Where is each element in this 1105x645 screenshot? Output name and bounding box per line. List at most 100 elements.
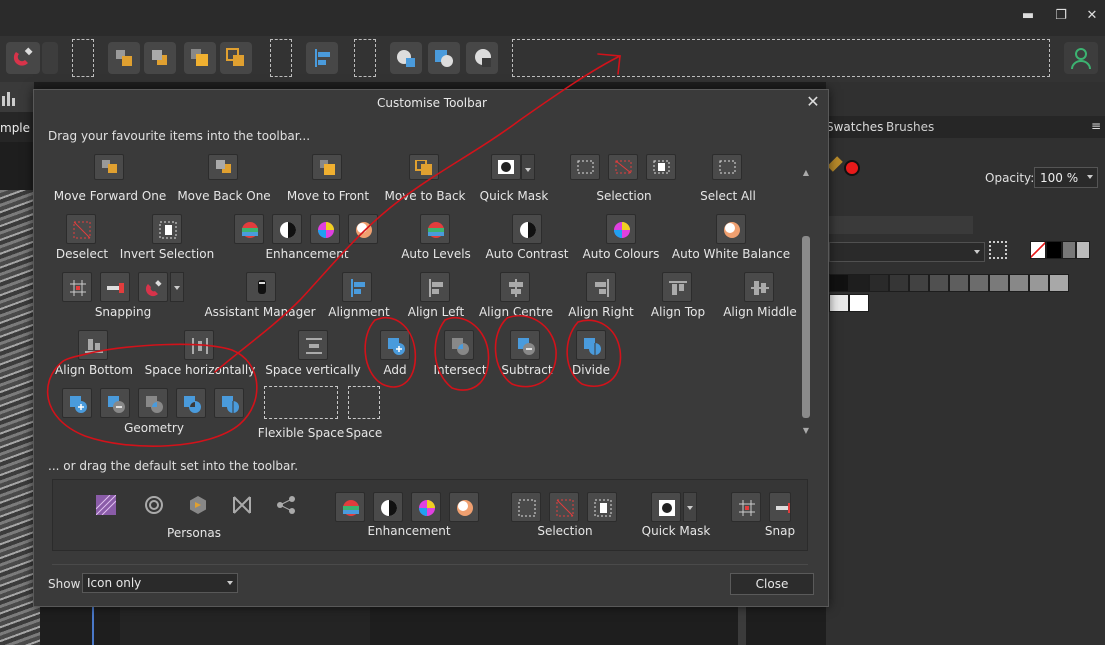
show-select[interactable]: Icon only (82, 573, 238, 593)
minimize-icon[interactable]: ▬ (1020, 8, 1036, 24)
align-middle-icon[interactable] (744, 272, 774, 302)
scroll-up-icon[interactable]: ▲ (801, 168, 811, 177)
color-swatch[interactable] (1062, 241, 1076, 259)
color-swatch[interactable] (949, 274, 969, 292)
geometry-intersect-icon[interactable] (428, 42, 460, 74)
close-window-icon[interactable]: ✕ (1084, 8, 1100, 24)
geometry-subtract-icon[interactable] (510, 330, 540, 360)
user-icon[interactable] (1064, 42, 1098, 74)
selection-marquee-icon[interactable] (511, 492, 541, 522)
move-back-one-icon[interactable] (208, 154, 238, 180)
deselect-icon[interactable] (66, 214, 96, 244)
flexible-space-placeholder[interactable] (264, 386, 338, 419)
move-back-icon[interactable] (144, 42, 176, 74)
move-to-back-icon[interactable] (409, 154, 439, 180)
color-swatch[interactable] (1076, 241, 1090, 259)
geometry-add-icon[interactable] (380, 330, 410, 360)
snap-grid-icon[interactable] (62, 272, 92, 302)
align-centre-icon[interactable] (500, 272, 530, 302)
toolbar-flexible-space-placeholder[interactable] (512, 39, 1050, 77)
move-forward-one-icon[interactable] (94, 154, 124, 180)
auto-levels-icon[interactable] (335, 492, 365, 522)
fill-color-swatch[interactable] (844, 160, 860, 176)
close-icon[interactable]: ✕ (804, 92, 822, 112)
color-swatch[interactable] (1049, 274, 1069, 292)
color-swatch[interactable] (1009, 274, 1029, 292)
snap-to-object-icon[interactable] (769, 492, 791, 522)
auto-white-balance-icon[interactable] (348, 214, 378, 244)
selection-marquee-icon[interactable] (570, 154, 600, 180)
invert-selection-icon[interactable] (587, 492, 617, 522)
geometry-xor-icon[interactable] (176, 388, 206, 418)
toolbar-space-placeholder[interactable] (270, 39, 292, 77)
move-to-front-icon[interactable] (312, 154, 342, 180)
align-left-icon[interactable] (420, 272, 450, 302)
histogram-icon[interactable] (0, 82, 34, 112)
snap-to-object-icon[interactable] (100, 272, 130, 302)
auto-colours-icon[interactable] (411, 492, 441, 522)
document-tab[interactable]: mple 2 (0, 112, 41, 142)
select-all-icon[interactable] (712, 154, 742, 180)
geometry-intersect-icon[interactable] (444, 330, 474, 360)
scrollbar-thumb[interactable] (802, 236, 810, 418)
assistant-manager-icon[interactable] (246, 272, 276, 302)
align-right-icon[interactable] (586, 272, 616, 302)
color-swatch[interactable] (849, 294, 869, 312)
magnet-icon[interactable] (138, 272, 168, 302)
opacity-field[interactable]: 100 % (1034, 167, 1098, 188)
quick-mask-dropdown[interactable] (521, 154, 535, 180)
deselect-icon[interactable] (549, 492, 579, 522)
auto-levels-icon[interactable] (420, 214, 450, 244)
geometry-intersect-icon[interactable] (138, 388, 168, 418)
geometry-add-icon[interactable] (62, 388, 92, 418)
default-set-area[interactable]: Personas Enhancement Selection Quick Mas… (52, 479, 808, 551)
space-vertically-icon[interactable] (298, 330, 328, 360)
color-swatch[interactable] (1029, 274, 1049, 292)
geometry-divide-icon[interactable] (576, 330, 606, 360)
quick-mask-icon[interactable] (491, 154, 521, 180)
align-top-icon[interactable] (662, 272, 692, 302)
tab-brushes[interactable]: Brushes (886, 120, 934, 134)
liquify-persona-icon[interactable] (139, 490, 169, 520)
move-to-front-icon[interactable] (184, 42, 216, 74)
toolbar-space-placeholder[interactable] (354, 39, 376, 77)
tab-swatches[interactable]: Swatches (826, 120, 883, 134)
items-scrollbar[interactable]: ▲ ▼ (801, 168, 811, 438)
recent-colors[interactable] (1030, 241, 1092, 259)
align-left-icon[interactable] (306, 42, 338, 74)
invert-selection-icon[interactable] (646, 154, 676, 180)
geometry-add-icon[interactable] (390, 42, 422, 74)
toolbar-space-placeholder[interactable] (72, 39, 94, 77)
align-bottom-icon[interactable] (78, 330, 108, 360)
auto-levels-icon[interactable] (234, 214, 264, 244)
snapping-dropdown[interactable] (42, 42, 58, 74)
geometry-subtract-icon[interactable] (466, 42, 498, 74)
swatch-grid[interactable] (829, 274, 1084, 314)
snap-grid-icon[interactable] (731, 492, 761, 522)
color-swatch[interactable] (889, 274, 909, 292)
palette-select[interactable] (829, 242, 985, 262)
color-swatch[interactable] (829, 274, 849, 292)
color-swatch[interactable] (909, 274, 929, 292)
space-horizontally-icon[interactable] (184, 330, 214, 360)
quick-mask-icon[interactable] (651, 492, 681, 522)
geometry-divide-icon[interactable] (214, 388, 244, 418)
geometry-subtract-icon[interactable] (100, 388, 130, 418)
auto-white-balance-icon[interactable] (449, 492, 479, 522)
invert-selection-icon[interactable] (152, 214, 182, 244)
qr-icon[interactable] (989, 241, 1007, 259)
auto-white-balance-icon[interactable] (716, 214, 746, 244)
move-forward-icon[interactable] (108, 42, 140, 74)
color-swatch[interactable] (969, 274, 989, 292)
auto-colours-icon[interactable] (310, 214, 340, 244)
panel-menu-icon[interactable]: ≡ (1091, 119, 1101, 133)
alignment-icon[interactable] (342, 272, 372, 302)
snapping-dropdown[interactable] (170, 272, 184, 302)
auto-colours-icon[interactable] (606, 214, 636, 244)
deselect-icon[interactable] (608, 154, 638, 180)
scroll-down-icon[interactable]: ▼ (801, 426, 811, 435)
color-swatch[interactable] (989, 274, 1009, 292)
restore-icon[interactable]: ❐ (1053, 8, 1069, 24)
color-swatch[interactable] (929, 274, 949, 292)
color-swatch[interactable] (1046, 241, 1062, 259)
